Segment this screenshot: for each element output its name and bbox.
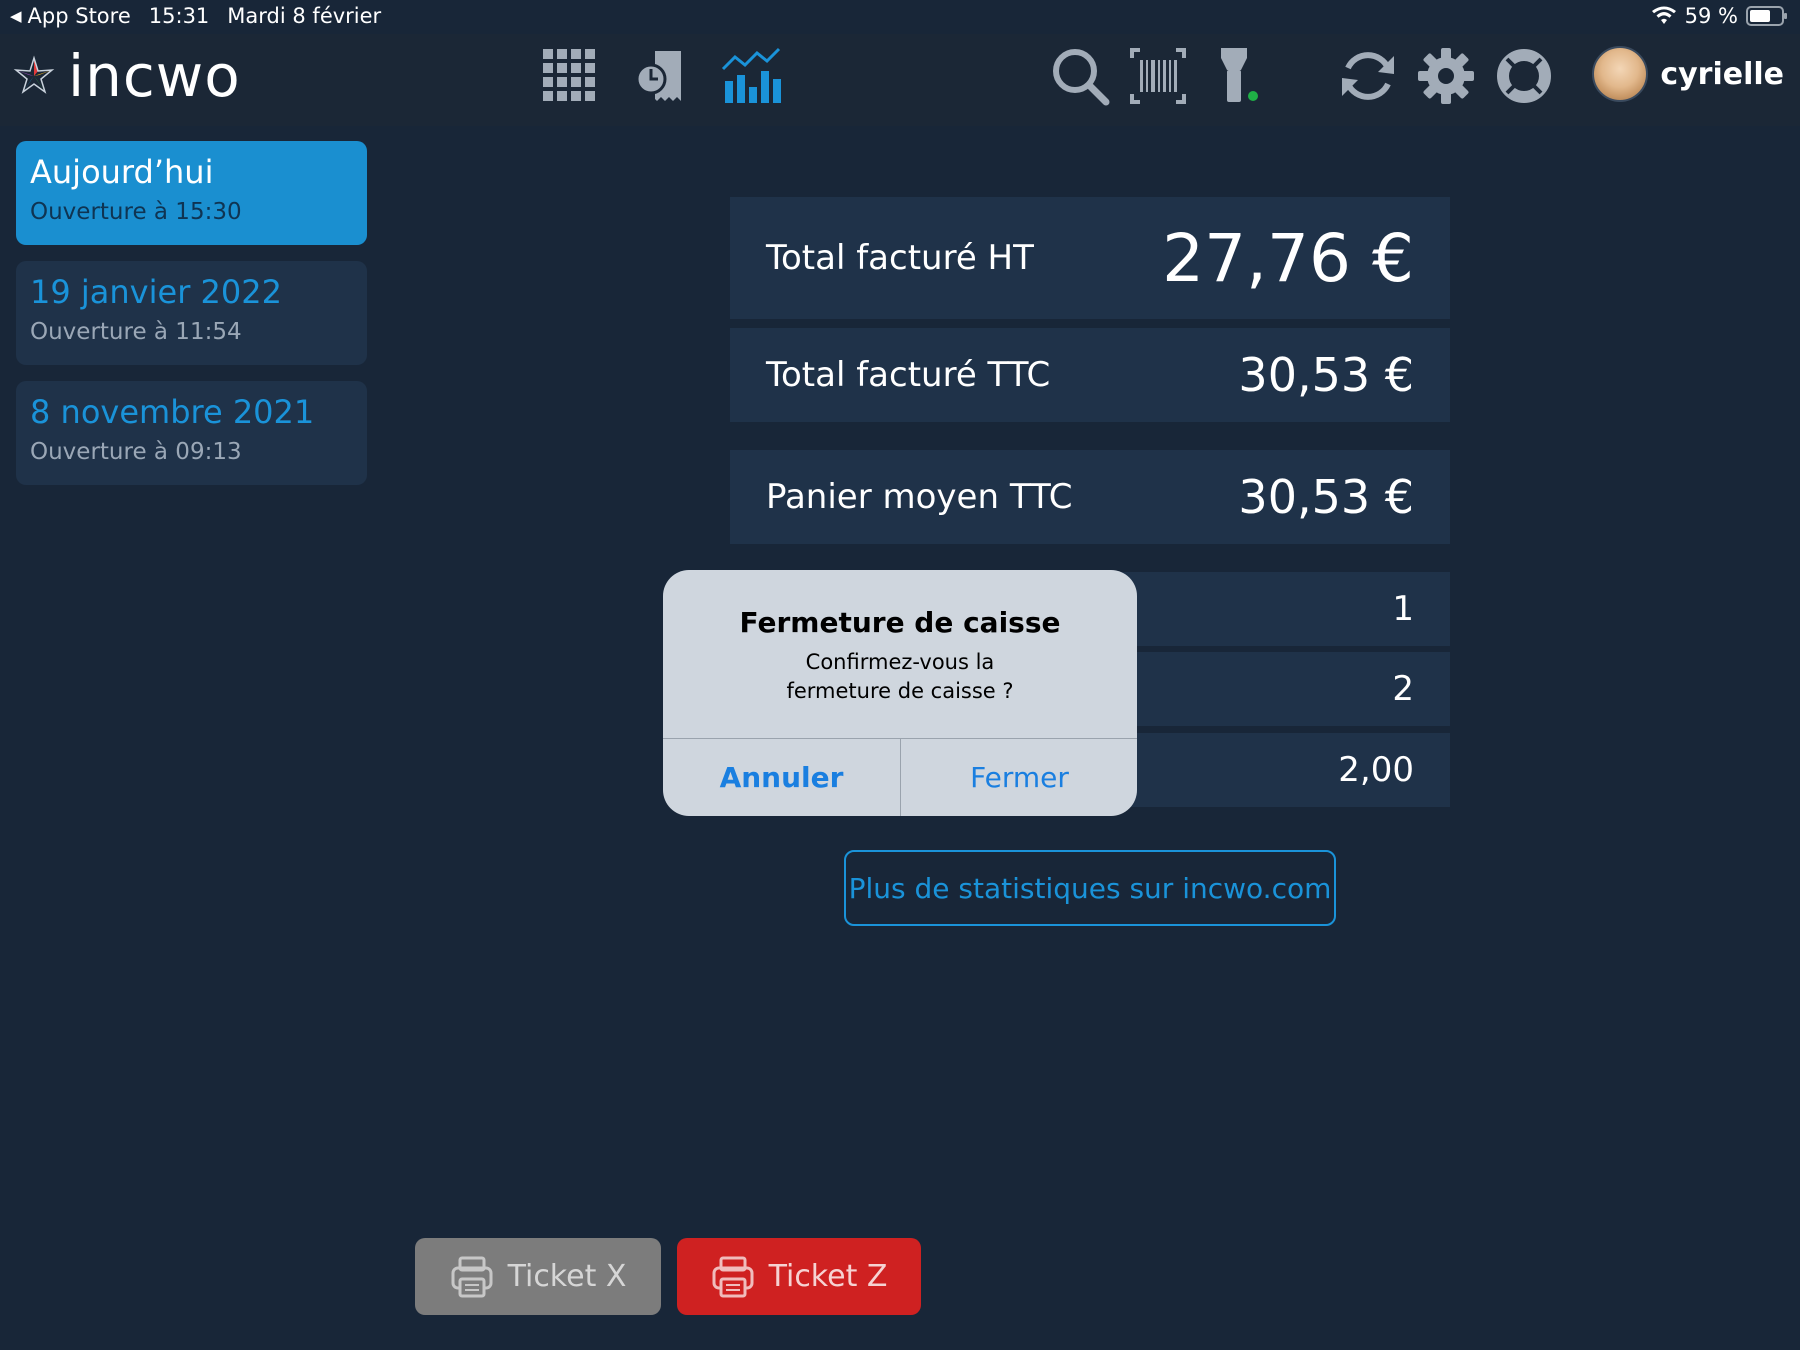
status-date: Mardi 8 février (227, 4, 382, 28)
alert-message-line-1: Confirmez-vous la (805, 650, 995, 674)
flashlight-icon[interactable] (1206, 44, 1270, 108)
stat-value: 2 (1392, 669, 1414, 709)
ticket-z-button[interactable]: Ticket Z (677, 1238, 921, 1315)
session-opening-time: Ouverture à 11:54 (30, 319, 242, 345)
app-logo: incwo (12, 42, 241, 110)
more-statistics-link[interactable]: Plus de statistiques sur incwo.com (844, 850, 1336, 926)
session-item-today[interactable]: Aujourd’hui Ouverture à 15:30 (16, 141, 367, 245)
ticket-x-button[interactable]: Ticket X (415, 1238, 661, 1315)
session-opening-time: Ouverture à 15:30 (30, 199, 242, 225)
gear-icon[interactable] (1414, 44, 1478, 108)
stat-value: 30,53 € (1238, 470, 1414, 524)
ticket-x-label: Ticket X (507, 1259, 627, 1294)
status-bar: ◀ App Store 15:31 Mardi 8 février 59 % (0, 0, 1800, 34)
session-title: 19 janvier 2022 (30, 273, 282, 311)
close-register-alert: Fermeture de caisse Confirmez-vous la fe… (663, 570, 1137, 816)
incwo-logo-icon (13, 55, 55, 94)
printer-icon (451, 1256, 493, 1297)
stat-average-basket: Panier moyen TTC 30,53 € (730, 450, 1450, 544)
alert-title: Fermeture de caisse (739, 606, 1061, 639)
stat-value: 30,53 € (1238, 348, 1414, 402)
user-name: cyrielle (1660, 56, 1784, 92)
alert-message-line-2: fermeture de caisse ? (786, 679, 1014, 703)
status-bar-left: ◀ App Store 15:31 Mardi 8 février (10, 4, 381, 28)
sync-icon[interactable] (1336, 44, 1400, 108)
top-toolbar: incwo cyrielle (0, 34, 1800, 126)
session-title: 8 novembre 2021 (30, 393, 315, 431)
stat-total-ttc: Total facturé TTC 30,53 € (730, 328, 1450, 422)
barcode-icon[interactable] (1126, 44, 1190, 108)
alert-message: Confirmez-vous la fermeture de caisse ? (663, 648, 1137, 706)
user-profile[interactable]: cyrielle (1592, 46, 1784, 102)
stat-value: 27,76 € (1162, 219, 1414, 297)
search-icon[interactable] (1048, 44, 1112, 108)
stat-label: Total facturé HT (766, 238, 1034, 278)
avatar[interactable] (1592, 46, 1649, 102)
stat-total-ht: Total facturé HT 27,76 € (730, 197, 1450, 319)
stats-chart-icon[interactable] (720, 44, 784, 108)
battery-percentage: 59 % (1684, 4, 1738, 28)
wifi-icon (1651, 6, 1676, 24)
battery-icon (1746, 6, 1787, 26)
session-item-2022-01-19[interactable]: 19 janvier 2022 Ouverture à 11:54 (16, 261, 367, 365)
status-bar-right: 59 % (1651, 4, 1788, 28)
stat-label: Panier moyen TTC (766, 477, 1073, 517)
stat-value: 1 (1392, 589, 1414, 629)
stat-value: 2,00 (1338, 750, 1414, 790)
session-title: Aujourd’hui (30, 153, 214, 191)
back-arrow-icon[interactable]: ◀ (10, 7, 22, 25)
session-item-2021-11-08[interactable]: 8 novembre 2021 Ouverture à 09:13 (16, 381, 367, 485)
printer-icon (712, 1256, 754, 1297)
stat-label: Total facturé TTC (766, 355, 1051, 395)
cancel-button[interactable]: Annuler (663, 739, 900, 816)
lifebuoy-icon[interactable] (1492, 44, 1556, 108)
back-to-app-store-link[interactable]: App Store (28, 4, 131, 28)
confirm-close-button[interactable]: Fermer (901, 739, 1137, 816)
grid-icon[interactable] (538, 44, 602, 108)
ticket-z-label: Ticket Z (768, 1259, 888, 1294)
receipt-clock-icon[interactable] (628, 44, 692, 108)
app-screen: ◀ App Store 15:31 Mardi 8 février 59 % i… (0, 0, 1800, 1350)
session-opening-time: Ouverture à 09:13 (30, 439, 242, 465)
status-time: 15:31 (148, 4, 210, 28)
app-name: incwo (68, 42, 241, 110)
